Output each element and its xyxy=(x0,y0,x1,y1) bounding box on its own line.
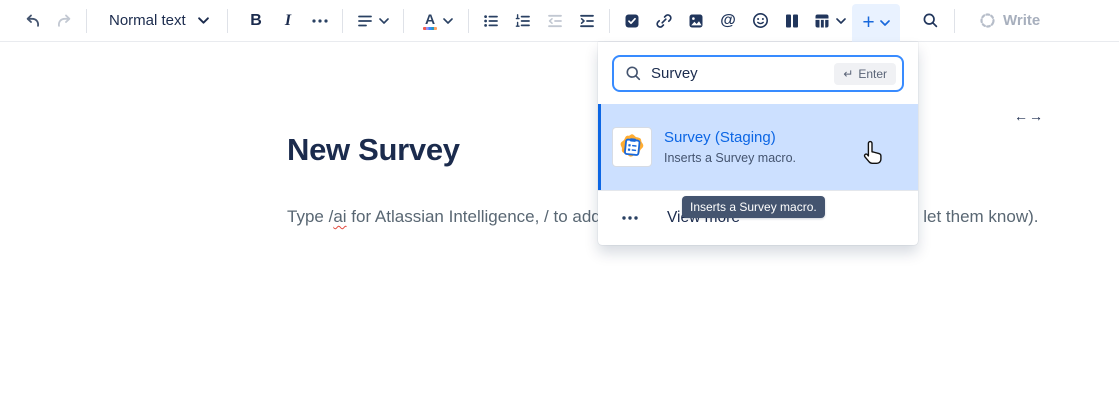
search-icon xyxy=(625,65,642,82)
plus-icon: + xyxy=(862,12,874,33)
more-formatting-button[interactable] xyxy=(304,5,336,37)
ai-sparkle-icon xyxy=(979,12,996,29)
chevron-down-icon xyxy=(443,18,453,24)
link-icon xyxy=(655,12,673,30)
more-icon xyxy=(312,19,328,23)
undo-icon xyxy=(24,12,41,29)
search-icon xyxy=(922,12,939,29)
table-icon xyxy=(814,13,830,29)
link-button[interactable] xyxy=(648,5,680,37)
page-title[interactable]: New Survey xyxy=(287,132,460,168)
align-left-icon xyxy=(357,13,373,29)
enter-key-icon: ↵ xyxy=(843,67,853,81)
numbered-list-button[interactable] xyxy=(507,5,539,37)
mention-button[interactable]: @ xyxy=(712,5,744,37)
pointer-cursor-icon xyxy=(862,140,884,170)
macro-result-description: Inserts a Survey macro. xyxy=(664,151,796,165)
outdent-button[interactable] xyxy=(539,5,571,37)
toolbar-divider xyxy=(227,9,228,33)
toolbar-divider xyxy=(342,9,343,33)
toolbar-divider xyxy=(468,9,469,33)
survey-macro-icon xyxy=(612,127,652,167)
chevron-down-icon xyxy=(198,17,209,24)
macro-search-box[interactable]: ↵ Enter xyxy=(612,55,904,92)
misspelled-word: ai xyxy=(333,207,346,226)
emoji-icon xyxy=(752,12,769,29)
task-icon xyxy=(624,13,640,29)
chevron-down-icon xyxy=(379,18,389,24)
enter-key-hint: ↵ Enter xyxy=(834,63,896,85)
redo-icon xyxy=(56,12,73,29)
numbered-list-icon xyxy=(515,13,531,29)
table-dropdown[interactable] xyxy=(808,5,852,37)
mention-icon: @ xyxy=(720,13,736,29)
italic-icon: I xyxy=(285,12,291,30)
width-toggle-icon[interactable]: ←→ xyxy=(1014,108,1044,124)
text-color-icon: A xyxy=(423,12,437,30)
ellipsis-icon xyxy=(622,216,638,220)
tooltip: Inserts a Survey macro. xyxy=(682,196,825,218)
enter-key-label: Enter xyxy=(858,67,887,81)
bold-icon: B xyxy=(250,12,262,30)
macro-result-text: Survey (Staging) Inserts a Survey macro. xyxy=(664,129,796,165)
layouts-button[interactable] xyxy=(776,5,808,37)
redo-button[interactable] xyxy=(48,5,80,37)
find-replace-button[interactable] xyxy=(914,5,946,37)
bullet-list-button[interactable] xyxy=(475,5,507,37)
text-color-dropdown[interactable]: A xyxy=(414,5,462,37)
text-style-label: Normal text xyxy=(109,12,186,29)
macro-result-title: Survey (Staging) xyxy=(664,129,796,146)
bold-button[interactable]: B xyxy=(240,5,272,37)
editor-toolbar: Normal text B I A xyxy=(0,0,1119,42)
image-icon xyxy=(688,13,704,29)
italic-button[interactable]: I xyxy=(272,5,304,37)
chevron-down-icon xyxy=(836,18,846,24)
macro-search-area: ↵ Enter xyxy=(598,42,918,92)
indent-button[interactable] xyxy=(571,5,603,37)
ai-write-button[interactable]: Write xyxy=(971,5,1048,37)
layouts-icon xyxy=(784,13,800,29)
toolbar-divider xyxy=(609,9,610,33)
toolbar-divider xyxy=(86,9,87,33)
ai-write-label: Write xyxy=(1003,12,1040,29)
indent-icon xyxy=(579,13,595,29)
macro-search-input[interactable] xyxy=(651,65,825,82)
toolbar-divider xyxy=(403,9,404,33)
undo-button[interactable] xyxy=(16,5,48,37)
image-button[interactable] xyxy=(680,5,712,37)
emoji-button[interactable] xyxy=(744,5,776,37)
outdent-icon xyxy=(547,13,563,29)
alignment-dropdown[interactable] xyxy=(349,5,397,37)
bullet-list-icon xyxy=(483,13,499,29)
placeholder-segment: Type / xyxy=(287,207,333,226)
insert-element-dropdown[interactable]: + xyxy=(852,4,900,42)
toolbar-divider xyxy=(954,9,955,33)
editor-screen: Normal text B I A xyxy=(0,0,1119,418)
chevron-down-icon xyxy=(880,20,890,26)
task-list-button[interactable] xyxy=(616,5,648,37)
text-style-dropdown[interactable]: Normal text xyxy=(93,5,221,37)
